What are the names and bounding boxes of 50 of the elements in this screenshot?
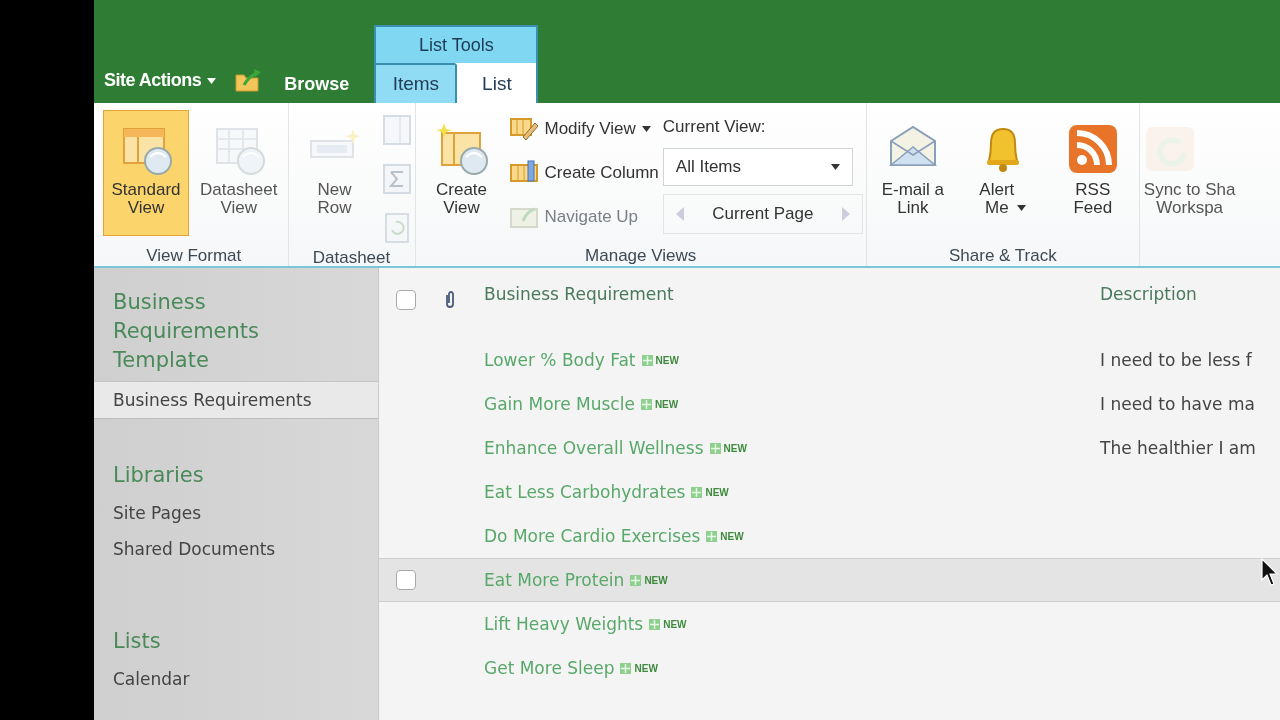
page-navigator: Current Page xyxy=(662,194,863,234)
pencil-columns-icon xyxy=(508,115,539,143)
new-label: NEW xyxy=(720,530,744,542)
new-label: NEW xyxy=(723,442,747,454)
group-label: View Format xyxy=(146,246,242,266)
nav-item[interactable]: Business Requirements xyxy=(94,381,378,419)
new-label: NEW xyxy=(663,618,687,630)
caret-icon xyxy=(830,164,840,170)
ribbon-tab[interactable]: Items xyxy=(376,63,456,103)
previous-page-icon[interactable] xyxy=(675,207,684,221)
panel-icon xyxy=(381,114,412,146)
current-view-label: Current View: xyxy=(662,116,767,138)
description-cell: The healthier I am xyxy=(1100,438,1256,458)
nav-item[interactable]: Shared Documents xyxy=(94,531,378,567)
nav-item[interactable]: Site Pages xyxy=(94,495,378,531)
sigma-icon xyxy=(381,163,412,195)
select-all-checkbox[interactable] xyxy=(396,290,416,310)
folder-arrow-icon[interactable] xyxy=(234,67,263,93)
browse-tab[interactable]: Browse xyxy=(284,74,350,103)
group-label: Datasheet xyxy=(312,248,391,266)
caret-icon xyxy=(207,77,217,84)
site-actions-menu[interactable]: Site Actions xyxy=(94,70,217,103)
new-label: NEW xyxy=(654,398,679,410)
new-label: NEW xyxy=(655,354,679,366)
new-label: NEW xyxy=(644,574,668,586)
group-label: Manage Views xyxy=(585,246,697,266)
nav-item[interactable]: Calendar xyxy=(94,661,378,697)
ribbon-button[interactable]: Alert Me xyxy=(959,110,1046,236)
ribbon-tab[interactable]: List xyxy=(455,63,537,103)
description-cell: I need to have ma xyxy=(1100,394,1255,414)
ribbon-button[interactable]: Create Column xyxy=(508,154,659,192)
new-label: NEW xyxy=(705,486,729,498)
row-checkbox[interactable] xyxy=(396,570,416,590)
description-cell: I need to be less f xyxy=(1100,350,1252,370)
highlighted-row[interactable]: Eat More Protein NEW xyxy=(379,558,1280,602)
create-view-icon xyxy=(435,123,488,175)
paperclip-icon xyxy=(444,290,456,308)
column-header[interactable]: Description xyxy=(1100,284,1197,304)
ribbon-button[interactable]: E-mail a Link xyxy=(869,110,956,236)
ribbon-button[interactable]: Create View xyxy=(418,110,505,236)
context-group-label: List Tools xyxy=(418,33,495,57)
new-label: NEW xyxy=(634,662,658,674)
next-page-icon[interactable] xyxy=(841,207,850,221)
ribbon-button[interactable]: Standard View xyxy=(103,110,189,236)
rss-feed-icon xyxy=(1066,123,1119,175)
view-dropdown[interactable]: All Items xyxy=(662,148,853,186)
ribbon-button[interactable]: RSS Feed xyxy=(1049,110,1136,236)
column-header[interactable]: Business Requirement xyxy=(484,284,674,304)
group-label: Share & Track xyxy=(948,246,1057,266)
ribbon-button[interactable]: Modify View xyxy=(508,110,659,148)
